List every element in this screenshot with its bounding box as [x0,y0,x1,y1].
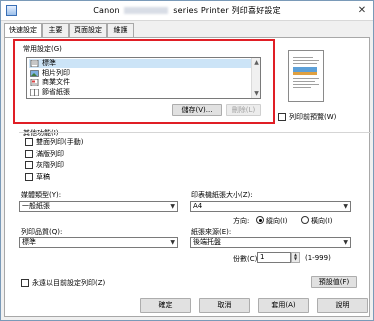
cancel-button[interactable]: 取消 [199,298,250,313]
orientation-label: 方向: [233,217,250,225]
print-quality-label: 列印品質(Q): [21,228,63,236]
media-type-select[interactable]: 一般紙張 ▼ [19,201,178,212]
media-type-label: 媒體類型(Y): [21,191,62,199]
copies-label: 份數(C): [233,255,260,263]
portrait-radio[interactable] [256,216,264,224]
highlight-frame [13,39,275,124]
chevron-down-icon: ▼ [170,239,175,246]
copies-range: (1-999) [305,254,331,262]
copies-input[interactable]: 1 [257,252,291,263]
chevron-down-icon: ▼ [343,239,348,246]
title-bar: Canon series Printer 列印喜好設定 ✕ [1,1,373,21]
checkbox-box[interactable] [25,161,33,169]
portrait-label: 縱向(I) [266,217,288,225]
close-icon[interactable]: ✕ [355,4,369,18]
paper-preview [288,50,324,102]
checkbox-box[interactable] [278,113,286,121]
checkbox-box[interactable] [21,279,29,287]
checkbox-box[interactable] [25,150,33,158]
tab-quick-setup[interactable]: 快速設定 [4,23,42,38]
paper-source-label: 紙張來源(E): [191,228,232,236]
redacted-model [124,7,169,14]
copies-stepper[interactable]: ▲ ▼ [291,252,300,263]
apply-button[interactable]: 套用(A) [258,298,309,313]
help-button[interactable]: 說明 [317,298,368,313]
tab-maintenance[interactable]: 維護 [107,23,134,37]
chevron-down-icon: ▼ [170,203,175,210]
preview-image-icon [293,67,317,75]
landscape-label: 橫向(I) [311,217,333,225]
print-quality-select[interactable]: 標準 ▼ [19,237,178,248]
checkbox-box[interactable] [25,173,33,181]
defaults-button[interactable]: 預設值(F) [311,276,357,288]
title-prefix: Canon [93,6,120,15]
checkbox-box[interactable] [25,138,33,146]
ok-button[interactable]: 確定 [140,298,191,313]
chevron-down-icon: ▼ [343,203,348,210]
window-title: Canon series Printer 列印喜好設定 [1,5,373,16]
printer-preferences-window: Canon series Printer 列印喜好設定 ✕ 快速設定 主要 頁面… [0,0,374,321]
tab-main[interactable]: 主要 [42,23,69,37]
chevron-down-icon[interactable]: ▼ [292,257,299,261]
landscape-radio[interactable] [301,216,309,224]
paper-size-label: 印表機紙張大小(Z): [191,191,253,199]
tab-page-setup[interactable]: 頁面設定 [69,23,107,37]
paper-source-select[interactable]: 後端托盤 ▼ [190,237,351,248]
title-suffix: series Printer 列印喜好設定 [173,6,281,15]
paper-size-select[interactable]: A4 ▼ [190,201,351,212]
